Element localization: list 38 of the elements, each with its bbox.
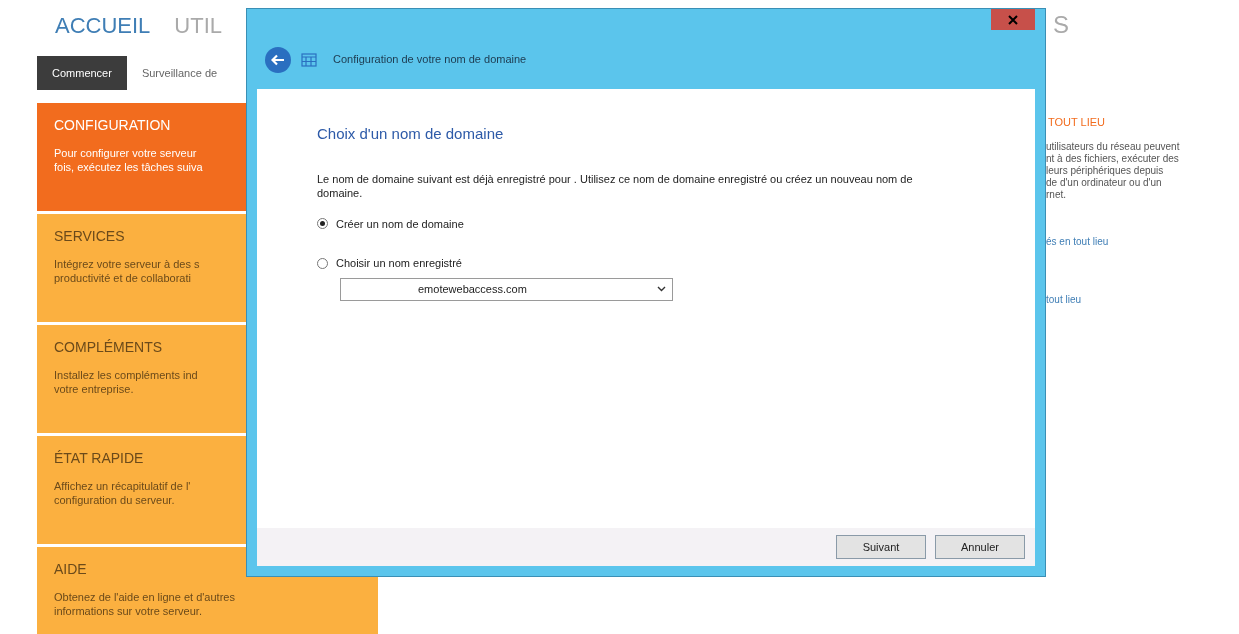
panel-title: TOUT LIEU [1048, 115, 1107, 130]
panel-text: rnet. [1046, 188, 1067, 201]
panel-text: de d'un ordinateur ou d'un [1046, 176, 1163, 189]
chevron-down-icon [657, 286, 666, 292]
dialog-title: Configuration de votre nom de domaine [333, 52, 527, 68]
tile-text: Installez les compléments ind [54, 368, 198, 382]
tile-title: ÉTAT RAPIDE [54, 449, 144, 468]
radio-button[interactable] [317, 218, 328, 230]
tile-text: Pour configurer votre serveur [54, 146, 197, 160]
panel-text: leurs périphériques depuis [1046, 164, 1165, 177]
tile-text: Intégrez votre serveur à des s [54, 257, 200, 271]
page-tab[interactable]: Commencer [37, 56, 127, 90]
page-tab[interactable]: Surveillance de [126, 56, 233, 90]
dialog-button[interactable]: Annuler [935, 535, 1025, 559]
close-button[interactable] [991, 9, 1035, 30]
tile-text: configuration du serveur. [54, 493, 175, 507]
domain-dropdown[interactable]: emotewebaccess.com [340, 277, 673, 301]
tile-text: fois, exécutez les tâches suiva [54, 160, 203, 174]
close-icon [1008, 14, 1018, 25]
tile-title: SERVICES [54, 227, 125, 246]
panel-text: utilisateurs du réseau peuvent [1046, 140, 1181, 153]
dialog-button[interactable]: Suivant [836, 535, 926, 559]
back-button[interactable] [265, 46, 291, 73]
back-arrow-icon [271, 53, 285, 66]
tile-text: votre entreprise. [54, 382, 134, 396]
tile-text: Obtenez de l'aide en ligne et d'autres [54, 590, 235, 604]
tile-title: AIDE [54, 560, 87, 579]
tile-text: productivité et de collaborati [54, 271, 191, 285]
tile-text: informations sur votre serveur. [54, 604, 202, 618]
panel-link[interactable]: és en tout lieu [1046, 233, 1239, 249]
panel-text: nt à des fichiers, exécuter des [1046, 152, 1180, 165]
tile-title: CONFIGURATION [54, 116, 171, 135]
tile-title: COMPLÉMENTS [54, 338, 163, 357]
radio-button[interactable] [317, 257, 328, 269]
nav-tab[interactable]: ACCUEIL [55, 8, 151, 42]
table-icon [301, 52, 317, 67]
tile-text: Affichez un récapitulatif de l' [54, 479, 191, 493]
panel-link[interactable]: tout lieu [1046, 291, 1239, 307]
